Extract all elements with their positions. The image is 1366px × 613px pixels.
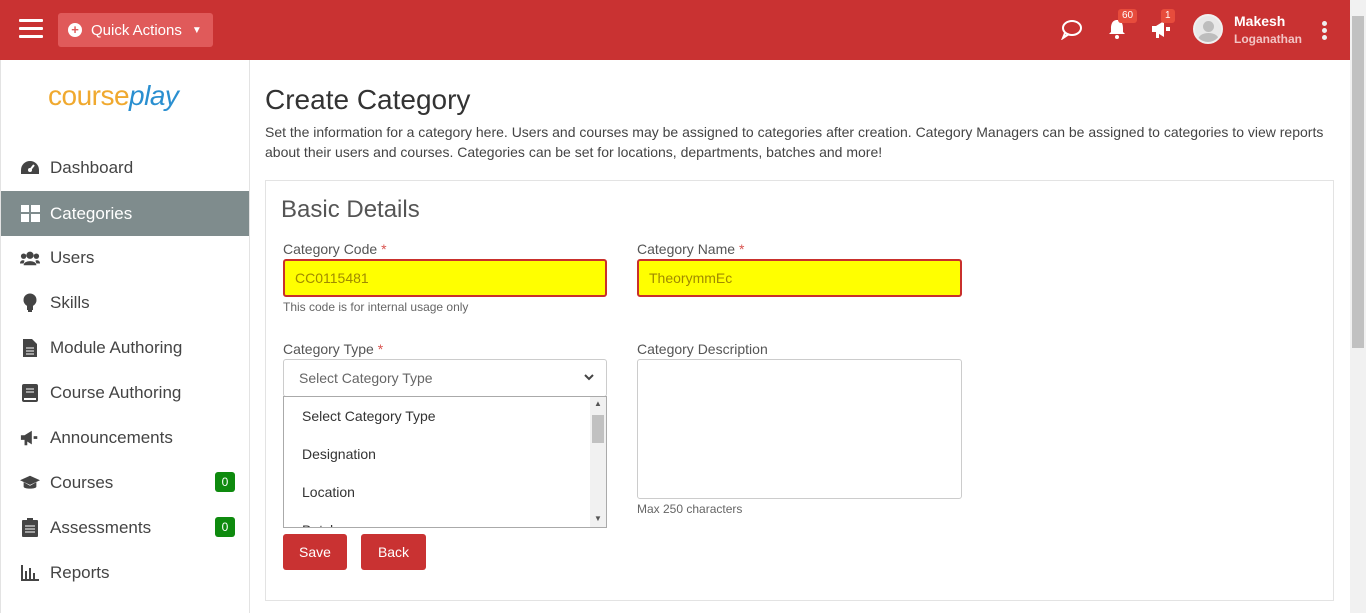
logo-text-play: play (129, 80, 179, 111)
logo-text-course: course (48, 80, 130, 111)
category-code-hint: This code is for internal usage only (283, 300, 469, 314)
dropdown-option[interactable]: Location (284, 473, 606, 511)
category-type-dropdown-list[interactable]: Select Category Type Designation Locatio… (283, 396, 607, 528)
sidebar-item-label: Module Authoring (50, 337, 183, 357)
category-type-label: Category Type * (283, 341, 383, 357)
category-type-select[interactable]: Select Category Type (283, 359, 607, 397)
category-name-label-text: Category Name (637, 241, 736, 257)
users-icon (20, 248, 40, 268)
notifications-badge: 60 (1118, 9, 1138, 23)
chevron-down-icon: ▼ (191, 24, 202, 36)
megaphone-icon (20, 428, 40, 448)
sidebar-item-dashboard[interactable]: Dashboard (1, 145, 249, 190)
category-name-label: Category Name * (637, 241, 744, 257)
page-title: Create Category (265, 84, 471, 115)
category-code-label-text: Category Code (283, 241, 378, 257)
sidebar-item-label: Announcements (50, 427, 173, 447)
clipboard-icon (20, 518, 40, 538)
file-icon (20, 338, 40, 358)
more-options-icon[interactable] (1322, 21, 1328, 42)
courseplay-logo[interactable]: courseplay (48, 80, 179, 112)
quick-actions-button[interactable]: + Quick Actions ▼ (58, 13, 213, 47)
sidebar-item-label: Assessments (50, 517, 152, 537)
grid-icon (20, 204, 40, 224)
chat-icon[interactable] (1060, 18, 1084, 45)
required-marker: * (738, 241, 745, 257)
sidebar-item-skills[interactable]: Skills (1, 280, 249, 325)
category-description-textarea[interactable] (637, 359, 962, 499)
category-type-selected-value: Select Category Type (299, 370, 433, 386)
quick-actions-label: Quick Actions (91, 21, 182, 39)
sidebar-item-courses[interactable]: Courses 0 (1, 460, 249, 505)
dropdown-option[interactable]: Select Category Type (284, 397, 606, 435)
courses-count-badge: 0 (215, 472, 235, 492)
category-description-label: Category Description (637, 341, 768, 357)
dropdown-option[interactable]: Designation (284, 435, 606, 473)
back-button[interactable]: Back (361, 534, 426, 570)
dashboard-icon (20, 158, 40, 178)
plus-circle-icon: + (68, 23, 82, 37)
sidebar-item-label: Users (50, 247, 95, 267)
save-button[interactable]: Save (283, 534, 347, 570)
category-description-hint: Max 250 characters (637, 502, 743, 516)
sidebar-item-label: Courses (50, 472, 114, 492)
bar-chart-icon (20, 563, 40, 583)
section-title: Basic Details (281, 196, 420, 223)
sidebar-item-users[interactable]: Users (1, 235, 249, 280)
sidebar-item-label: Categories (50, 203, 133, 223)
sidebar-item-course-authoring[interactable]: Course Authoring (1, 370, 249, 415)
category-code-label: Category Code * (283, 241, 387, 257)
assessments-count-badge: 0 (215, 517, 235, 537)
required-marker: * (377, 341, 384, 357)
graduation-cap-icon (20, 473, 40, 493)
avatar[interactable] (1193, 14, 1223, 44)
category-type-label-text: Category Type (283, 341, 374, 357)
user-first-name[interactable]: Makesh (1234, 13, 1285, 29)
category-name-input[interactable]: TheorymmEc (637, 259, 962, 297)
sidebar-item-label: Course Authoring (50, 382, 182, 402)
sidebar-item-reports[interactable]: Reports (1, 550, 249, 595)
page-scrollbar[interactable] (1350, 0, 1366, 613)
sidebar-item-announcements[interactable]: Announcements (1, 415, 249, 460)
page-description: Set the information for a category here.… (265, 124, 1324, 160)
chevron-down-icon (584, 372, 594, 384)
scroll-down-icon[interactable]: ▼ (594, 514, 602, 523)
sidebar-item-module-authoring[interactable]: Module Authoring (1, 325, 249, 370)
book-icon (20, 383, 40, 403)
dropdown-option[interactable]: Batch (284, 511, 606, 527)
user-last-name[interactable]: Loganathan (1234, 32, 1302, 46)
required-marker: * (381, 241, 387, 257)
sidebar-item-label: Dashboard (50, 157, 134, 177)
menu-toggle-icon[interactable] (19, 19, 43, 39)
category-code-input[interactable]: CC0115481 (283, 259, 607, 297)
top-header: + Quick Actions ▼ 60 1 Makesh Loganathan (0, 0, 1350, 60)
sidebar-item-label: Reports (50, 562, 110, 582)
dropdown-scrollbar[interactable]: ▲ ▼ (590, 397, 606, 527)
sidebar-item-assessments[interactable]: Assessments 0 (1, 505, 249, 550)
scroll-up-icon[interactable]: ▲ (594, 399, 602, 408)
sidebar-item-categories[interactable]: Categories (1, 191, 249, 236)
sidebar: courseplay Dashboard Categories Users Sk… (0, 60, 250, 613)
announcements-badge: 1 (1161, 9, 1175, 23)
lightbulb-icon (20, 293, 40, 313)
sidebar-item-label: Skills (50, 292, 90, 312)
